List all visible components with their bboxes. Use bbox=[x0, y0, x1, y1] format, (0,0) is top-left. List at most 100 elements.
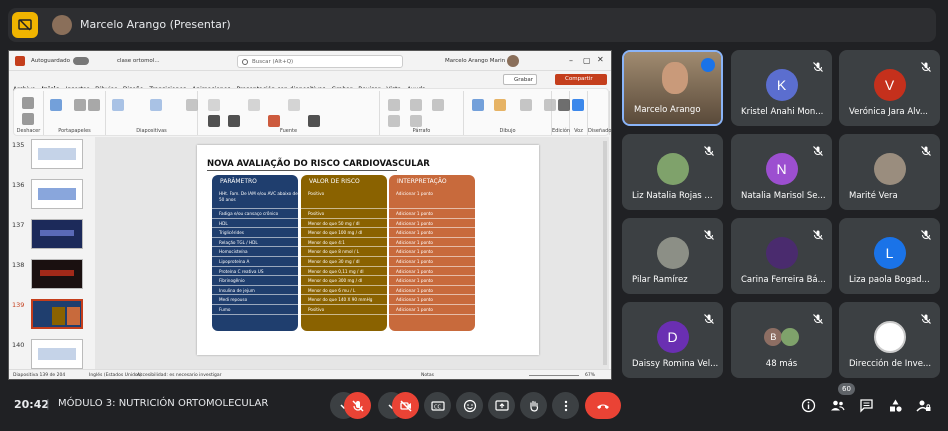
ribbon-tool-1-2-icon[interactable] bbox=[88, 99, 100, 111]
vertical-scrollbar[interactable] bbox=[603, 141, 607, 365]
ribbon-tool-6-0-icon[interactable] bbox=[558, 99, 570, 111]
zoom-slider[interactable] bbox=[529, 375, 579, 376]
present-now-button[interactable] bbox=[488, 392, 515, 419]
participant-tile[interactable]: K Kristel Anahi Mon... bbox=[731, 50, 832, 126]
participant-tile[interactable]: Marcelo Arango bbox=[622, 50, 723, 126]
accessibility-status[interactable]: Accesibilidad: es necesario investigar bbox=[137, 373, 222, 378]
user-avatar[interactable] bbox=[507, 55, 519, 67]
ribbon-tool-5-2-icon[interactable] bbox=[520, 99, 532, 111]
chat-button[interactable] bbox=[857, 396, 875, 414]
ribbon-tool-4-2-icon[interactable] bbox=[432, 99, 444, 111]
values-cell: Menor do que 30 mg / dl bbox=[301, 257, 387, 267]
ribbon-tool-3-4-icon[interactable] bbox=[228, 115, 240, 127]
values-cell: Menor do que 4:1 bbox=[301, 238, 387, 248]
ribbon-tool-3-5-icon[interactable] bbox=[268, 115, 280, 127]
thumb-content bbox=[40, 270, 74, 276]
maximize-icon[interactable]: ▢ bbox=[583, 56, 591, 65]
ribbon-tool-1-1-icon[interactable] bbox=[74, 99, 86, 111]
params-cell: Relação TGL / HDL bbox=[212, 238, 298, 248]
record-button[interactable]: Grabar bbox=[503, 74, 537, 85]
user-name[interactable]: Marcelo Arango Marin bbox=[445, 58, 505, 64]
thumb-content bbox=[38, 188, 76, 200]
search-box[interactable]: Buscar (Alt+Q) bbox=[237, 55, 403, 68]
ribbon-group-label-4: Párrafo bbox=[412, 128, 431, 134]
ribbon-tool-7-0-icon[interactable] bbox=[572, 99, 584, 111]
ribbon-tool-2-1-icon[interactable] bbox=[150, 99, 162, 111]
activities-button[interactable] bbox=[886, 396, 904, 414]
interps-cell: Adicionar 1 ponto bbox=[389, 247, 475, 257]
ribbon-tool-3-2-icon[interactable] bbox=[288, 99, 300, 111]
participant-tile[interactable]: Marité Vera bbox=[839, 134, 940, 210]
participant-tile[interactable]: Pilar Ramírez bbox=[622, 218, 723, 294]
camera-toggle-button[interactable] bbox=[392, 392, 419, 419]
mic-toggle-button[interactable] bbox=[344, 392, 371, 419]
reactions-button[interactable] bbox=[456, 392, 483, 419]
more-options-button[interactable] bbox=[552, 392, 579, 419]
language-status[interactable]: Inglés (Estados Unidos) bbox=[89, 373, 142, 378]
ribbon-tool-2-2-icon[interactable] bbox=[186, 99, 198, 111]
mic-off-icon bbox=[920, 142, 932, 156]
current-slide[interactable]: NOVA AVALIAÇÃO DO RISCO CARDIOVASCULAR P… bbox=[197, 145, 539, 355]
share-label: Compartir bbox=[565, 76, 593, 82]
participant-avatar bbox=[873, 152, 906, 185]
ribbon-tool-4-3-icon[interactable] bbox=[388, 115, 400, 127]
slide-thumbnail-140[interactable] bbox=[31, 339, 83, 369]
raise-hand-button[interactable] bbox=[520, 392, 547, 419]
interps-cell: Adicionar 1 ponto bbox=[389, 267, 475, 277]
values-cell: Menor do que 140 X 90 mmHg bbox=[301, 295, 387, 305]
slide-thumbnail-135[interactable] bbox=[31, 139, 83, 169]
ribbon-tool-3-1-icon[interactable] bbox=[248, 99, 260, 111]
ribbon-tool-5-1-icon[interactable] bbox=[494, 99, 506, 111]
slide-thumbnail-138[interactable] bbox=[31, 259, 83, 289]
participant-tile[interactable]: Carina Ferreira Bá... bbox=[731, 218, 832, 294]
autosave-label: Autoguardado bbox=[31, 58, 70, 64]
minimize-icon[interactable]: – bbox=[569, 56, 573, 65]
ribbon-group-label-2: Diapositivas bbox=[136, 128, 167, 134]
autosave-toggle[interactable] bbox=[73, 57, 89, 65]
notes-button[interactable]: Notas bbox=[421, 373, 434, 378]
ribbon-tool-2-0-icon[interactable] bbox=[112, 99, 124, 111]
ribbon-tool-3-0-icon[interactable] bbox=[208, 99, 220, 111]
host-controls-button[interactable] bbox=[914, 396, 932, 414]
participant-avatar bbox=[656, 236, 689, 269]
slide-thumbnail-139[interactable] bbox=[31, 299, 83, 329]
more-vert-icon bbox=[564, 400, 567, 411]
leave-call-button[interactable] bbox=[585, 392, 621, 419]
participant-tile[interactable]: Liz Natalia Rojas ... bbox=[622, 134, 723, 210]
ribbon-tool-0-0-icon[interactable] bbox=[22, 97, 34, 109]
participant-tile[interactable]: N Natalia Marisol Se... bbox=[731, 134, 832, 210]
ribbon-tool-5-0-icon[interactable] bbox=[472, 99, 484, 111]
present-screen-icon[interactable] bbox=[12, 12, 38, 38]
speaking-indicator-icon bbox=[701, 58, 715, 72]
participant-tile[interactable]: B 48 más bbox=[731, 302, 832, 378]
ribbon-tool-0-1-icon[interactable] bbox=[22, 113, 34, 125]
slide-thumbnail-137[interactable] bbox=[31, 219, 83, 249]
participant-tile[interactable]: L Liza paola Bogad... bbox=[839, 218, 940, 294]
ribbon-tool-3-6-icon[interactable] bbox=[308, 115, 320, 127]
ribbon-tool-3-3-icon[interactable] bbox=[208, 115, 220, 127]
zoom-level[interactable]: 67% bbox=[585, 373, 595, 378]
ribbon-tool-4-4-icon[interactable] bbox=[410, 115, 422, 127]
file-name[interactable]: clase ortomol... bbox=[117, 58, 160, 64]
params-cell: Fibrinogênio bbox=[212, 276, 298, 286]
ribbon-group-0: Deshacer bbox=[14, 91, 44, 135]
mic-off-icon bbox=[703, 142, 715, 156]
close-icon[interactable]: ✕ bbox=[597, 55, 604, 64]
ribbon-tool-1-0-icon[interactable] bbox=[50, 99, 62, 111]
lock-person-icon bbox=[915, 400, 930, 412]
share-button[interactable]: Compartir bbox=[555, 74, 607, 85]
participant-tile[interactable]: Dirección de Inve... bbox=[839, 302, 940, 378]
ribbon-group-label-8: Diseñador bbox=[588, 128, 612, 134]
mic-off-icon bbox=[920, 310, 932, 324]
participant-tile[interactable]: D Daissy Romina Vel... bbox=[622, 302, 723, 378]
mic-off-icon bbox=[351, 399, 364, 412]
people-button[interactable] bbox=[828, 396, 846, 414]
ribbon-tool-4-0-icon[interactable] bbox=[388, 99, 400, 111]
slide-thumbnail-136[interactable] bbox=[31, 179, 83, 209]
captions-button[interactable]: CC bbox=[424, 392, 451, 419]
mic-off-icon bbox=[812, 58, 824, 72]
search-placeholder: Buscar (Alt+Q) bbox=[252, 59, 294, 65]
participant-tile[interactable]: V Verónica Jara Alv... bbox=[839, 50, 940, 126]
meeting-details-button[interactable] bbox=[799, 396, 817, 414]
ribbon-tool-4-1-icon[interactable] bbox=[410, 99, 422, 111]
